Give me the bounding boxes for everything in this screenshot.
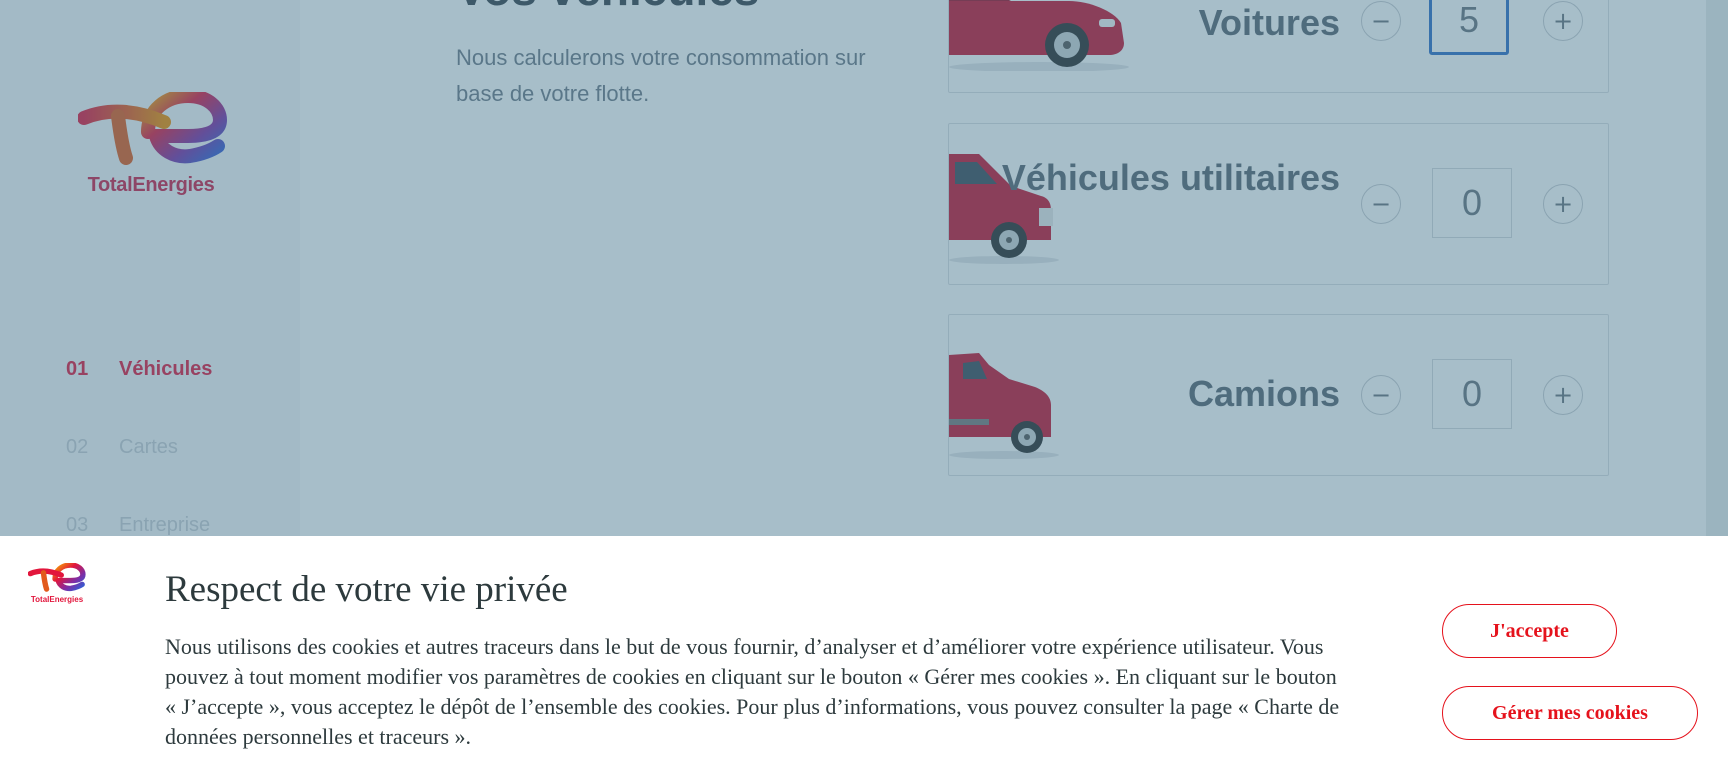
cookie-banner-logo-text: TotalEnergies <box>30 595 84 604</box>
calculator-app: TotalEnergies 01 Véhicules 02 Cartes 03 … <box>0 0 1728 536</box>
cookie-banner-logo: TotalEnergies <box>27 562 86 607</box>
cookie-banner-text: Nous utilisons des cookies et autres tra… <box>165 634 1340 749</box>
scrollbar[interactable] <box>1706 0 1728 536</box>
cookie-banner-title: Respect de votre vie privée <box>165 569 568 610</box>
accept-cookies-button[interactable]: J'accepte <box>1442 604 1617 658</box>
modal-backdrop <box>0 0 1728 536</box>
totalenergies-logo-mark <box>27 562 86 592</box>
manage-cookies-button[interactable]: Gérer mes cookies <box>1442 686 1698 740</box>
cookie-banner: TotalEnergies Respect de votre vie privé… <box>0 536 1728 778</box>
